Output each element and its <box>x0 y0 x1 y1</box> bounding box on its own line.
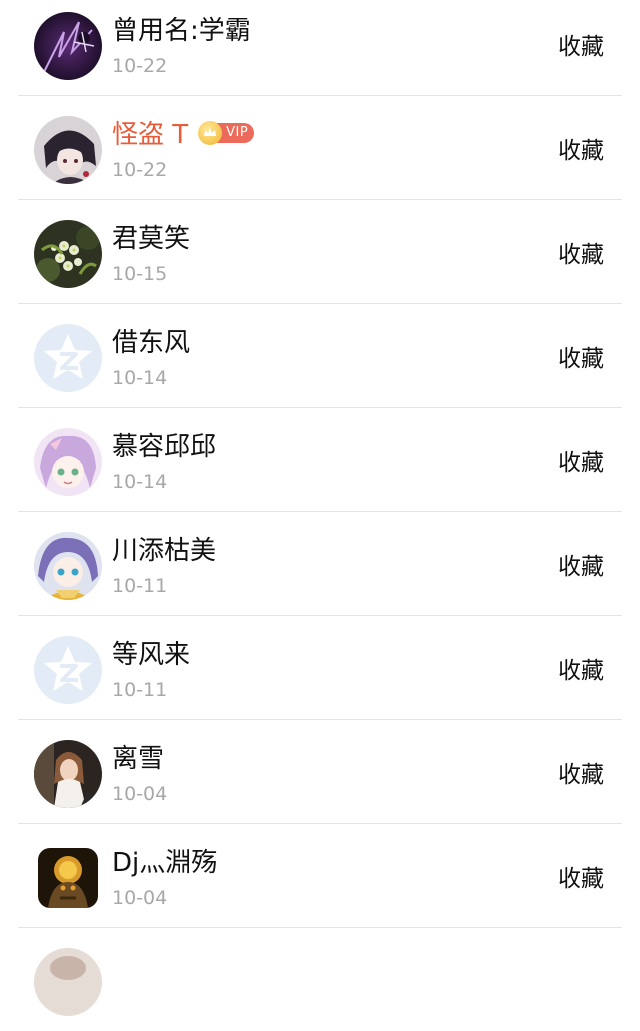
list-item[interactable]: 慕容邱邱 10-14 收藏 <box>18 408 622 512</box>
user-name-text: 怪盗 T <box>112 120 189 150</box>
favorite-date: 10-14 <box>112 367 168 389</box>
favorite-button[interactable]: 收藏 <box>558 656 604 686</box>
favorite-button[interactable]: 收藏 <box>558 864 604 894</box>
user-name: 借东风 <box>112 328 191 358</box>
avatar-image <box>34 532 102 600</box>
favorite-date: 10-11 <box>112 575 168 597</box>
favorite-button[interactable]: 收藏 <box>558 240 604 270</box>
list-item[interactable]: 等风来 10-11 收藏 <box>18 616 622 720</box>
vip-badge: VIP <box>198 120 255 145</box>
avatar[interactable] <box>34 220 102 288</box>
list-item[interactable]: 曾用名:学霸 10-22 收藏 <box>18 0 622 96</box>
avatar-image <box>38 848 98 908</box>
qq-star-icon <box>34 324 102 392</box>
avatar[interactable] <box>34 948 102 1016</box>
avatar[interactable] <box>34 532 102 600</box>
default-avatar[interactable] <box>34 636 102 704</box>
avatar[interactable] <box>34 116 102 184</box>
user-name: 离雪 <box>112 744 165 774</box>
list-item[interactable]: 怪盗 T VIP 10-22 收藏 <box>18 96 622 200</box>
favorite-date: 10-15 <box>112 263 168 285</box>
favorite-date: 10-22 <box>112 159 168 181</box>
user-name: 慕容邱邱 <box>112 432 217 462</box>
favorite-button[interactable]: 收藏 <box>558 760 604 790</box>
avatar-image <box>34 428 102 496</box>
list-item[interactable]: 川添枯美 10-11 收藏 <box>18 512 622 616</box>
list-item[interactable] <box>18 928 622 1031</box>
avatar[interactable] <box>34 740 102 808</box>
list-item[interactable]: 借东风 10-14 收藏 <box>18 304 622 408</box>
user-name: 曾用名:学霸 <box>112 16 251 46</box>
list-item[interactable]: 君莫笑 10-15 收藏 <box>18 200 622 304</box>
favorite-date: 10-04 <box>112 887 168 909</box>
avatar[interactable] <box>34 12 102 80</box>
list-item[interactable]: 离雪 10-04 收藏 <box>18 720 622 824</box>
list-item[interactable]: Dj灬淵殇 10-04 收藏 <box>18 824 622 928</box>
favorites-list: 曾用名:学霸 10-22 收藏 怪盗 T VIP 10-22 收藏 君莫笑 10… <box>0 0 640 1031</box>
user-name: 等风来 <box>112 640 191 670</box>
avatar[interactable] <box>34 428 102 496</box>
user-name: 川添枯美 <box>112 536 217 566</box>
avatar-image <box>34 12 102 80</box>
avatar-image <box>34 116 102 184</box>
favorite-date: 10-14 <box>112 471 168 493</box>
favorite-button[interactable]: 收藏 <box>558 136 604 166</box>
user-name: 君莫笑 <box>112 224 191 254</box>
avatar[interactable] <box>38 848 98 908</box>
default-avatar[interactable] <box>34 324 102 392</box>
avatar-image <box>34 948 102 1016</box>
favorite-date: 10-04 <box>112 783 168 805</box>
crown-icon <box>198 120 223 145</box>
user-name: Dj灬淵殇 <box>112 848 218 878</box>
favorite-date: 10-11 <box>112 679 168 701</box>
favorite-button[interactable]: 收藏 <box>558 448 604 478</box>
user-name: 怪盗 T VIP <box>112 118 255 152</box>
favorite-button[interactable]: 收藏 <box>558 32 604 62</box>
avatar-image <box>34 740 102 808</box>
favorite-date: 10-22 <box>112 55 168 77</box>
qq-star-icon <box>34 636 102 704</box>
favorite-button[interactable]: 收藏 <box>558 344 604 374</box>
avatar-image <box>34 220 102 288</box>
favorite-button[interactable]: 收藏 <box>558 552 604 582</box>
